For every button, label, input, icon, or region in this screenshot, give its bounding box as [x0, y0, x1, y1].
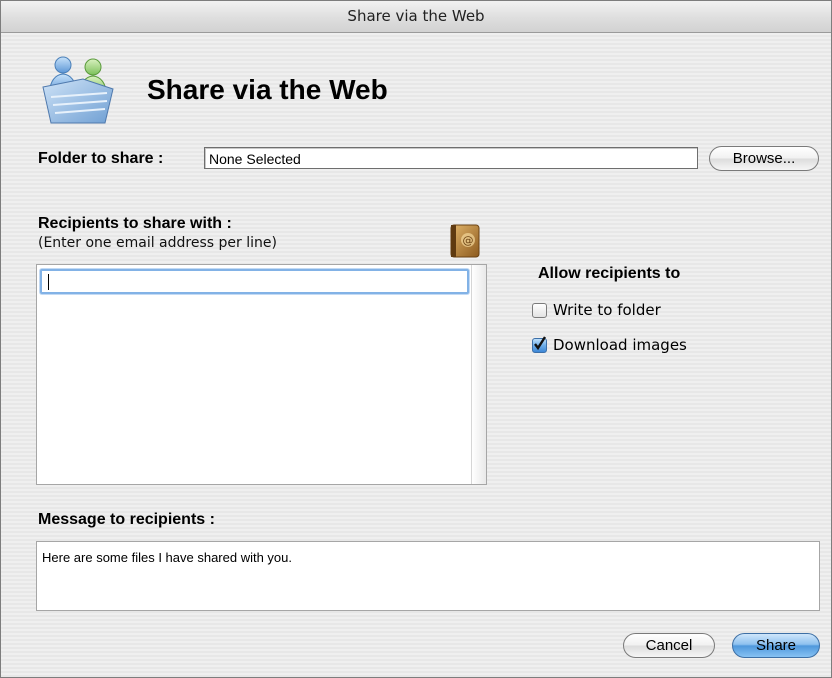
svg-text:@: @ — [463, 234, 474, 247]
download-images-label: Download images — [553, 336, 687, 354]
shared-folder-icon — [37, 53, 123, 127]
message-textarea[interactable]: Here are some files I have shared with y… — [36, 541, 820, 611]
write-to-folder-checkbox[interactable] — [532, 302, 547, 318]
share-dialog-window: Share via the Web Share via the Web Fold… — [0, 0, 832, 678]
permissions-title: Allow recipients to — [538, 265, 681, 282]
recipients-label: Recipients to share with : — [38, 215, 232, 232]
share-button[interactable]: Share — [732, 633, 820, 658]
checkmark-icon — [534, 335, 547, 350]
text-caret — [48, 274, 49, 290]
download-images-option[interactable]: Download images — [532, 335, 687, 354]
message-label: Message to recipients : — [38, 511, 215, 528]
recipients-scroll-gutter — [471, 265, 486, 484]
cancel-button[interactable]: Cancel — [623, 633, 715, 658]
window-titlebar[interactable]: Share via the Web — [1, 1, 831, 33]
folder-label: Folder to share : — [38, 150, 164, 167]
recipients-hint: (Enter one email address per line) — [38, 235, 277, 251]
write-to-folder-option[interactable]: Write to folder — [532, 301, 661, 319]
folder-field[interactable]: None Selected — [204, 147, 698, 169]
download-images-checkbox[interactable] — [532, 335, 547, 353]
page-title: Share via the Web — [147, 74, 388, 105]
recipients-list-box[interactable] — [36, 264, 487, 485]
recipient-email-input[interactable] — [40, 269, 469, 294]
address-book-icon[interactable]: @ — [447, 222, 485, 260]
browse-button[interactable]: Browse... — [709, 146, 819, 171]
write-to-folder-label: Write to folder — [553, 301, 661, 319]
